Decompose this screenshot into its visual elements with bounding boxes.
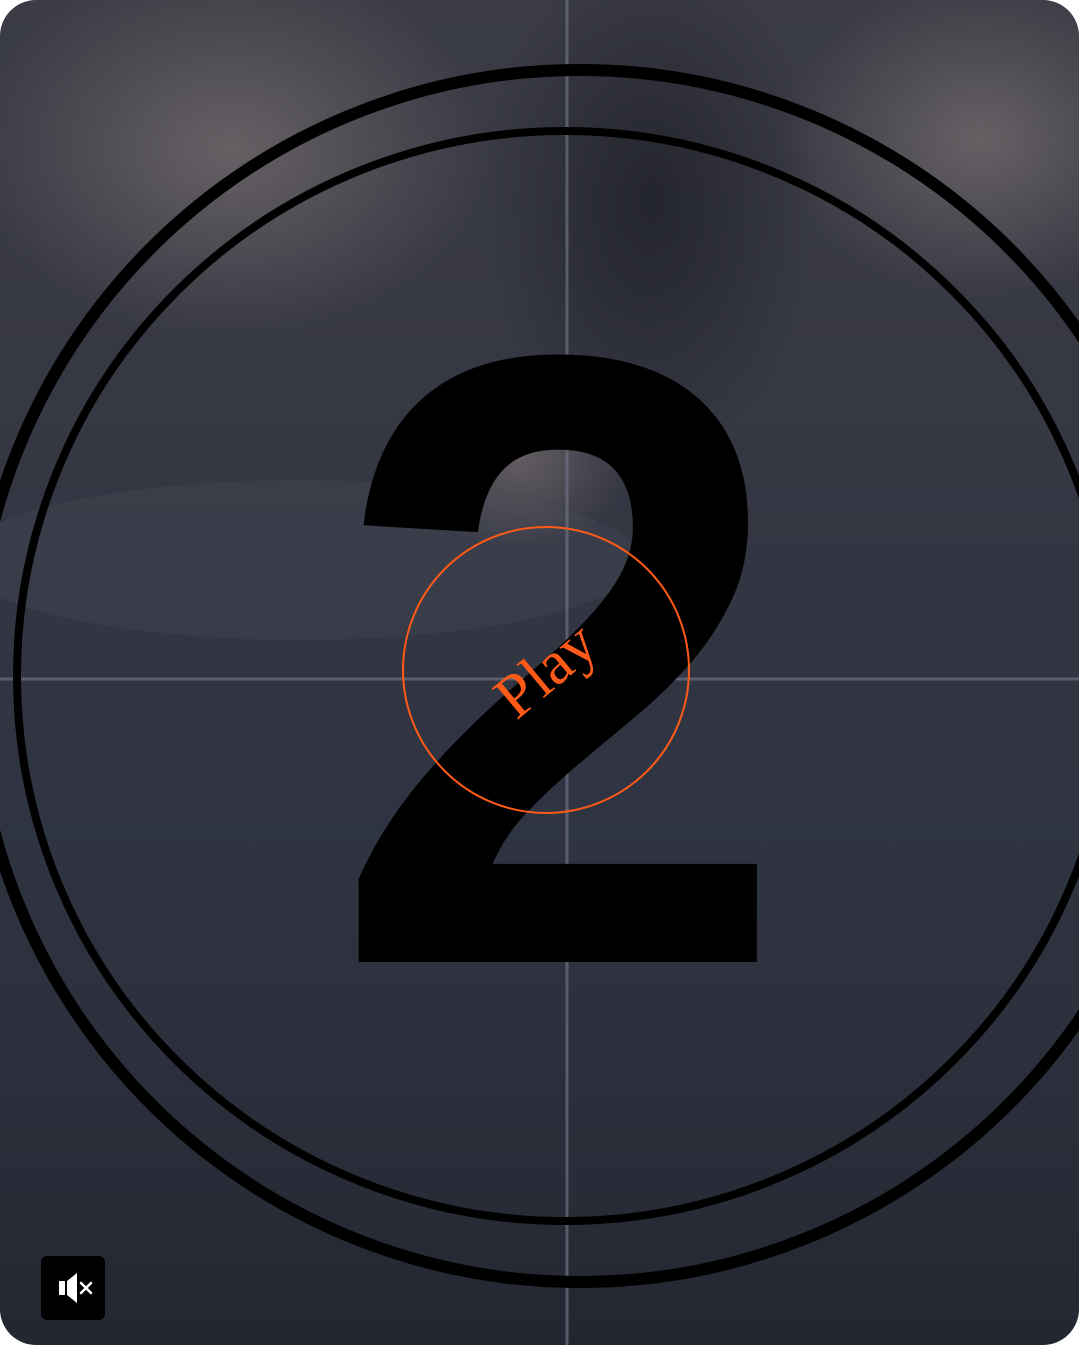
background-blur (780, 0, 1079, 300)
mute-toggle-button[interactable] (41, 1256, 105, 1320)
play-label: Play (481, 608, 610, 732)
speaker-muted-icon (59, 1273, 93, 1303)
play-button[interactable]: Play (402, 526, 690, 814)
video-player[interactable]: 2 Play (0, 0, 1079, 1345)
